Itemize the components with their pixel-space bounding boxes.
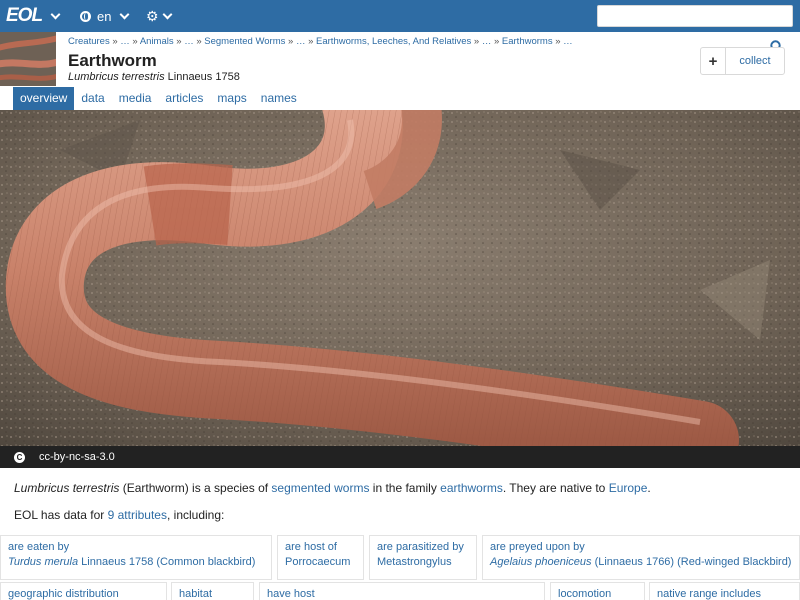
globe-icon xyxy=(80,10,91,22)
attribute-value-sci: Turdus merula xyxy=(8,556,79,568)
attribute-card[interactable]: geographic distribution xyxy=(0,582,167,600)
attributes-link[interactable]: 9 attributes xyxy=(108,508,167,522)
gear-icon: ⚙ xyxy=(146,8,159,24)
attribute-card[interactable]: are preyed upon by Agelaius phoeniceus (… xyxy=(482,535,800,580)
attribute-predicate: habitat xyxy=(179,588,213,600)
breadcrumb-link[interactable]: Animals xyxy=(140,36,174,47)
summary-text: (Earthworm) is a species of xyxy=(119,481,272,495)
breadcrumb-ellipsis[interactable]: … xyxy=(184,36,194,47)
summary-text: . xyxy=(647,481,651,495)
tab-media[interactable]: media xyxy=(112,87,159,110)
hero-image[interactable] xyxy=(0,110,800,446)
attribute-predicate: native range includes xyxy=(657,588,761,600)
tab-overview[interactable]: overview xyxy=(13,87,75,110)
data-count-text: EOL has data for 9 attributes, including… xyxy=(14,508,224,522)
chevron-down-icon xyxy=(50,9,61,19)
scientific-name-text: Lumbricus terrestris xyxy=(68,71,165,83)
europe-link[interactable]: Europe xyxy=(609,481,648,495)
collect-button[interactable]: + collect xyxy=(700,47,785,75)
attribute-card[interactable]: have host xyxy=(259,582,545,600)
data-count-suffix: , including: xyxy=(166,508,225,522)
attribute-card[interactable]: locomotion xyxy=(550,582,645,600)
attribute-value: Agelaius phoeniceus (Linnaeus 1766) (Red… xyxy=(490,556,792,568)
plus-icon: + xyxy=(701,48,726,74)
attribute-predicate: are parasitized by xyxy=(377,541,464,553)
summary-text: . They are native to xyxy=(502,481,609,495)
attribute-card[interactable]: are host of Porrocaecum xyxy=(277,535,364,580)
page-title: Earthworm xyxy=(68,51,157,70)
data-count-prefix: EOL has data for xyxy=(14,508,108,522)
chevron-down-icon xyxy=(120,9,130,19)
breadcrumb-link[interactable]: Earthworms xyxy=(502,36,553,47)
image-caption-bar: C cc-by-nc-sa-3.0 xyxy=(0,446,800,468)
breadcrumb-ellipsis[interactable]: … xyxy=(563,36,573,47)
tab-names[interactable]: names xyxy=(254,87,304,110)
species-thumbnail[interactable] xyxy=(0,32,56,86)
attribute-predicate: geographic distribution xyxy=(8,588,119,600)
attribute-predicate: are preyed upon by xyxy=(490,541,585,553)
tab-articles[interactable]: articles xyxy=(158,87,210,110)
tab-bar: overview data media articles maps names xyxy=(13,87,304,110)
collect-label: collect xyxy=(739,55,771,67)
eol-logo: EOL xyxy=(6,5,43,26)
authority-text: Linnaeus 1758 xyxy=(167,71,240,83)
attribute-predicate: have host xyxy=(267,588,315,600)
creative-commons-icon: C xyxy=(14,451,25,463)
attribute-value: Turdus merula Linnaeus 1758 (Common blac… xyxy=(8,556,264,568)
language-menu[interactable]: en xyxy=(80,7,130,25)
breadcrumb-link[interactable]: Segmented Worms xyxy=(204,36,285,47)
breadcrumb: Creatures » … » Animals » … » Segmented … xyxy=(68,36,573,47)
language-label: en xyxy=(97,8,112,24)
attribute-predicate: are eaten by xyxy=(8,541,70,553)
attribute-predicate: locomotion xyxy=(558,588,612,600)
attribute-predicate: are host of xyxy=(285,541,337,553)
earthworms-link[interactable]: earthworms xyxy=(440,481,503,495)
attribute-value: Porrocaecum xyxy=(285,556,351,568)
attribute-value-sci: Agelaius phoeniceus xyxy=(490,556,592,568)
search-input[interactable] xyxy=(597,5,793,27)
attribute-value-text: (Linnaeus 1766) (Red-winged Blackbird) xyxy=(591,556,792,568)
attribute-card[interactable]: are eaten by Turdus merula Linnaeus 1758… xyxy=(0,535,272,580)
chevron-down-icon xyxy=(162,9,173,19)
eol-logo-menu[interactable]: EOL xyxy=(6,5,61,26)
tab-maps[interactable]: maps xyxy=(210,87,253,110)
summary-text: in the family xyxy=(369,481,441,495)
attribute-card[interactable]: habitat xyxy=(171,582,254,600)
top-nav-bar: EOL en ⚙ xyxy=(0,0,800,32)
scientific-name: Lumbricus terrestris Linnaeus 1758 xyxy=(68,71,240,83)
settings-menu[interactable]: ⚙ xyxy=(146,7,173,25)
breadcrumb-link[interactable]: Creatures xyxy=(68,36,110,47)
summary-sci-name: Lumbricus terrestris xyxy=(14,481,120,495)
breadcrumb-link[interactable]: Earthworms, Leeches, And Relatives xyxy=(316,36,471,47)
attribute-card[interactable]: are parasitized by Metastrongylus xyxy=(369,535,477,580)
attribute-value: Metastrongylus xyxy=(377,556,452,568)
license-link[interactable]: cc-by-nc-sa-3.0 xyxy=(39,451,115,463)
page-header: Creatures » … » Animals » … » Segmented … xyxy=(0,32,800,110)
attribute-value-text: Linnaeus 1758 (Common blackbird) xyxy=(78,556,256,568)
tab-data[interactable]: data xyxy=(74,87,111,110)
attribute-card[interactable]: native range includes xyxy=(649,582,800,600)
segmented-worms-link[interactable]: segmented worms xyxy=(271,481,369,495)
breadcrumb-ellipsis[interactable]: … xyxy=(120,36,130,47)
species-summary: Lumbricus terrestris (Earthworm) is a sp… xyxy=(14,481,651,495)
breadcrumb-ellipsis[interactable]: … xyxy=(482,36,492,47)
